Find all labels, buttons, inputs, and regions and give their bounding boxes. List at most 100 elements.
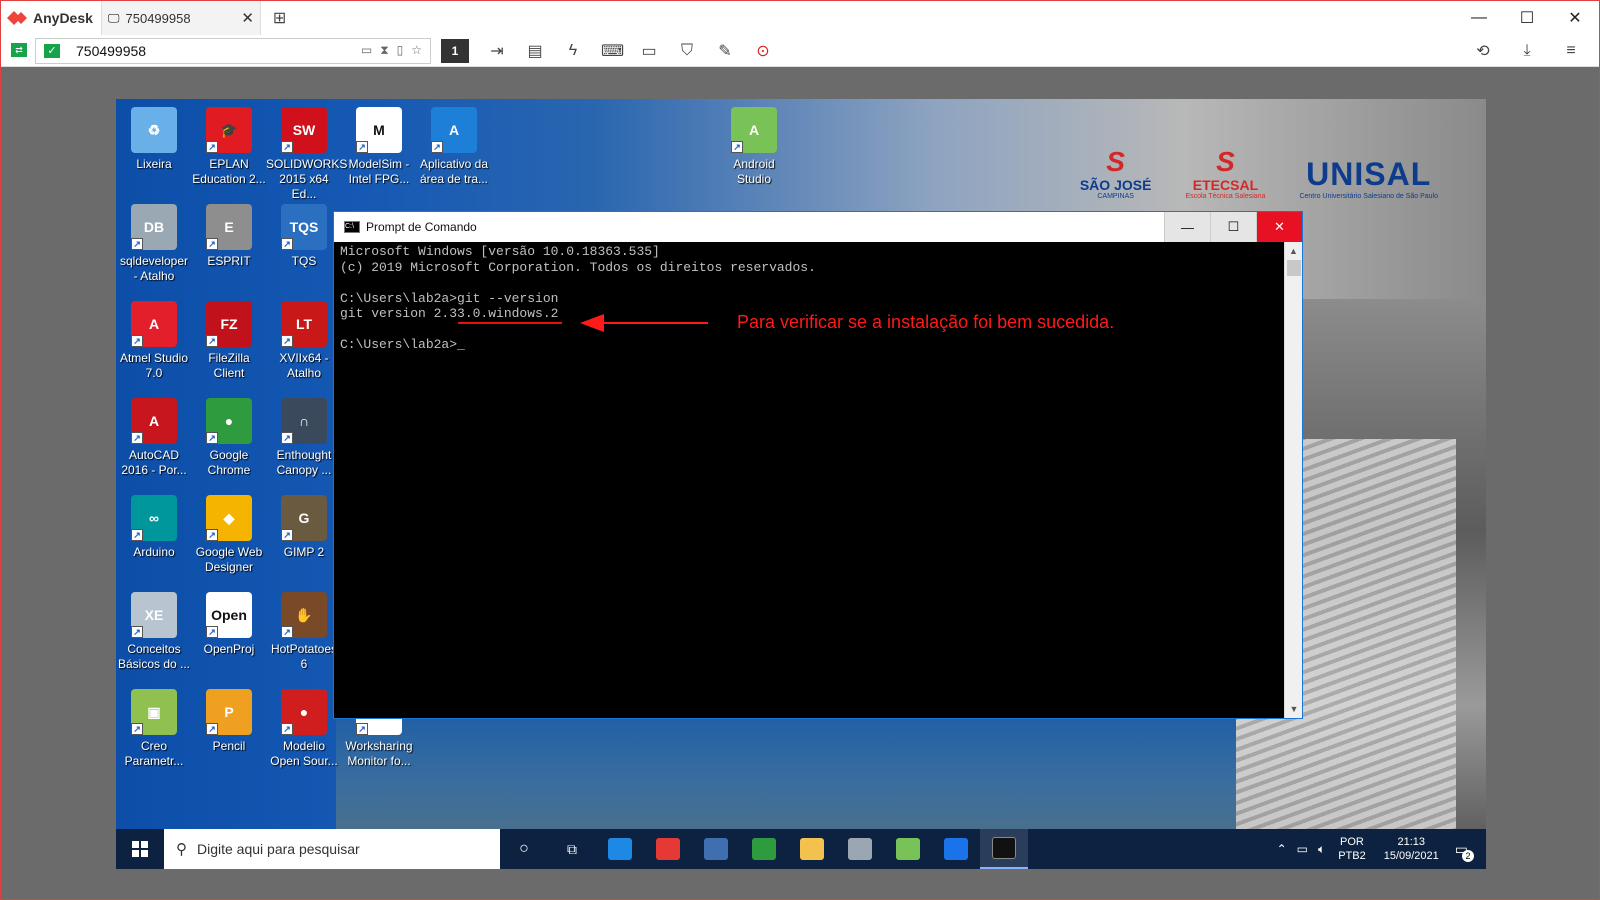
chrome-icon: [752, 838, 776, 860]
anydesk-window: AnyDesk 🖵 750499958 ✕ ⊞ — ☐ ✕ ✓ 75049995…: [0, 0, 1600, 900]
desktop-icon[interactable]: ♻ Lixeira: [116, 107, 192, 172]
shortcut-arrow-icon: ↗: [206, 432, 218, 444]
tab-close-icon[interactable]: ✕: [241, 9, 254, 27]
download-icon[interactable]: ⤓: [1517, 42, 1537, 60]
app-icon: A ↗: [131, 301, 177, 347]
cmd-close-button[interactable]: ✕: [1256, 212, 1302, 242]
new-tab-icon[interactable]: ⊞: [273, 8, 286, 28]
taskbar-app-edge[interactable]: [932, 829, 980, 869]
app-icon: A ↗: [131, 398, 177, 444]
task-view-button[interactable]: ⧉: [548, 829, 596, 869]
app-icon: ✋ ↗: [281, 592, 327, 638]
taskbar-search[interactable]: ⚲ Digite aqui para pesquisar: [164, 829, 500, 869]
desktop-icon-label: Arduino: [133, 545, 175, 559]
display-icon[interactable]: ▭: [639, 41, 659, 61]
cmd-title: Prompt de Comando: [366, 220, 477, 234]
maximize-button[interactable]: ☐: [1503, 1, 1551, 35]
history-icon[interactable]: ⟲: [1473, 41, 1493, 61]
desktop-icon[interactable]: M ↗ ModelSim - Intel FPG...: [341, 107, 417, 187]
taskbar-app-virtualbox[interactable]: [692, 829, 740, 869]
desktop-icon[interactable]: ▣ ↗ Creo Parametr...: [116, 689, 192, 769]
desktop-icon[interactable]: ✋ ↗ HotPotatoes 6: [266, 592, 342, 672]
desktop-icon[interactable]: 🎓 ↗ EPLAN Education 2...: [191, 107, 267, 187]
permissions-shield-icon[interactable]: ⛉: [677, 42, 697, 60]
minimize-button[interactable]: —: [1455, 1, 1503, 35]
search-input[interactable]: Digite aqui para pesquisar: [197, 841, 360, 857]
desktop-icon[interactable]: P ↗ Pencil: [191, 689, 267, 754]
scroll-thumb[interactable]: [1287, 260, 1301, 276]
desktop-icon[interactable]: ● ↗ Google Chrome: [191, 398, 267, 478]
start-button[interactable]: [116, 829, 164, 869]
cmd-scrollbar[interactable]: ▲ ▼: [1284, 242, 1302, 718]
shortcut-arrow-icon: ↗: [356, 141, 368, 153]
keyboard-icon[interactable]: ⌨: [601, 41, 624, 61]
console-line: Microsoft Windows [versão 10.0.18363.535…: [340, 244, 660, 259]
app-icon: SW ↗: [281, 107, 327, 153]
taskbar-app-explorer[interactable]: [788, 829, 836, 869]
language-indicator[interactable]: POR PTB2: [1338, 835, 1366, 863]
network-icon[interactable]: ▭: [1297, 842, 1308, 856]
whiteboard-pen-icon[interactable]: ✎: [715, 41, 735, 61]
desktop-icon[interactable]: E ↗ ESPRIT: [191, 204, 267, 269]
desktop-icon[interactable]: TQS ↗ TQS: [266, 204, 342, 269]
desktop-icon[interactable]: ◆ ↗ Google Web Designer: [191, 495, 267, 575]
chat-icon[interactable]: ▤: [525, 41, 545, 61]
transfer-icon[interactable]: ⇥: [487, 41, 507, 61]
desktop-icon[interactable]: A ↗ Atmel Studio 7.0: [116, 301, 192, 381]
app-icon: ◆ ↗: [206, 495, 252, 541]
monitor-select-button[interactable]: 1: [441, 38, 469, 63]
desktop-icon[interactable]: LT ↗ XVIIx64 - Atalho: [266, 301, 342, 381]
desktop-icon[interactable]: ● ↗ Modelio Open Sour...: [266, 689, 342, 769]
desktop-icon[interactable]: XE ↗ Conceitos Básicos do ...: [116, 592, 192, 672]
app-icon: DB ↗: [131, 204, 177, 250]
desktop-icon-label: Enthought Canopy ...: [276, 448, 332, 477]
chevron-up-icon[interactable]: ⌃: [1277, 842, 1287, 856]
desktop-icon[interactable]: A ↗ Aplicativo da área de tra...: [416, 107, 492, 187]
desktop-icon[interactable]: A ↗ AutoCAD 2016 - Por...: [116, 398, 192, 478]
app-icon: M ↗: [356, 107, 402, 153]
desktop-icon[interactable]: G ↗ GIMP 2: [266, 495, 342, 560]
cmd-minimize-button[interactable]: —: [1164, 212, 1210, 242]
cmd-titlebar[interactable]: C:\ Prompt de Comando — ☐ ✕: [334, 212, 1302, 242]
desktop-icon[interactable]: ∩ ↗ Enthought Canopy ...: [266, 398, 342, 478]
taskbar-app-chrome[interactable]: [740, 829, 788, 869]
desktop-icon[interactable]: A ↗ Android Studio: [716, 107, 792, 187]
anydesk-logo: AnyDesk: [7, 9, 93, 27]
desktop-icon[interactable]: SW ↗ SOLIDWORKS 2015 x64 Ed...: [266, 107, 347, 202]
taskbar-app-android-studio[interactable]: [884, 829, 932, 869]
desktop-icon[interactable]: Open ↗ OpenProj: [191, 592, 267, 657]
close-button[interactable]: ✕: [1551, 1, 1599, 35]
taskbar-app-mail[interactable]: [596, 829, 644, 869]
menu-icon[interactable]: ≡: [1561, 42, 1581, 60]
volume-icon[interactable]: 🔈︎: [1318, 842, 1325, 857]
record-icon[interactable]: ⊙: [753, 41, 773, 61]
shortcut-arrow-icon: ↗: [281, 141, 293, 153]
console-output[interactable]: Microsoft Windows [versão 10.0.18363.535…: [340, 244, 1280, 712]
actions-lightning-icon[interactable]: ϟ: [563, 42, 583, 60]
taskbar-app-anydesk[interactable]: [644, 829, 692, 869]
scroll-down-icon[interactable]: ▼: [1285, 700, 1303, 718]
console-line: C:\Users\lab2a>git --version: [340, 290, 559, 306]
desktop-icon[interactable]: ∞ ↗ Arduino: [116, 495, 192, 560]
star-icon[interactable]: ☆: [411, 43, 422, 58]
toolbar-right: ⟲ ⤓ ≡: [1473, 35, 1581, 67]
scroll-up-icon[interactable]: ▲: [1285, 242, 1302, 260]
shortcut-arrow-icon: ↗: [131, 432, 143, 444]
app-icon: P ↗: [206, 689, 252, 735]
session-tab[interactable]: 🖵 750499958 ✕: [100, 1, 261, 35]
cmd-maximize-button[interactable]: ☐: [1210, 212, 1256, 242]
notification-icon[interactable]: ▭ 2: [1455, 841, 1474, 862]
shortcut-arrow-icon: ↗: [131, 723, 143, 735]
command-prompt-window[interactable]: C:\ Prompt de Comando — ☐ ✕ Microsoft Wi…: [333, 211, 1303, 719]
address-bar[interactable]: ✓ 750499958 ▭ ⧗ ▯ ☆: [35, 37, 431, 64]
cortana-button[interactable]: ○: [500, 829, 548, 869]
desktop-icon[interactable]: DB ↗ sqldeveloper - Atalho: [116, 204, 192, 284]
desktop-icon-label: Atmel Studio 7.0: [119, 351, 189, 380]
clock[interactable]: 21:13 15/09/2021: [1384, 835, 1439, 863]
taskbar-app-photos[interactable]: [836, 829, 884, 869]
address-input[interactable]: 750499958: [76, 43, 361, 59]
desktop-icon[interactable]: FZ ↗ FileZilla Client: [191, 301, 267, 381]
shortcut-arrow-icon: ↗: [281, 335, 293, 347]
remote-desktop[interactable]: S SÃO JOSÉ CAMPINAS S ETECSAL Escola Téc…: [116, 99, 1486, 869]
taskbar-app-cmd[interactable]: [980, 829, 1028, 869]
